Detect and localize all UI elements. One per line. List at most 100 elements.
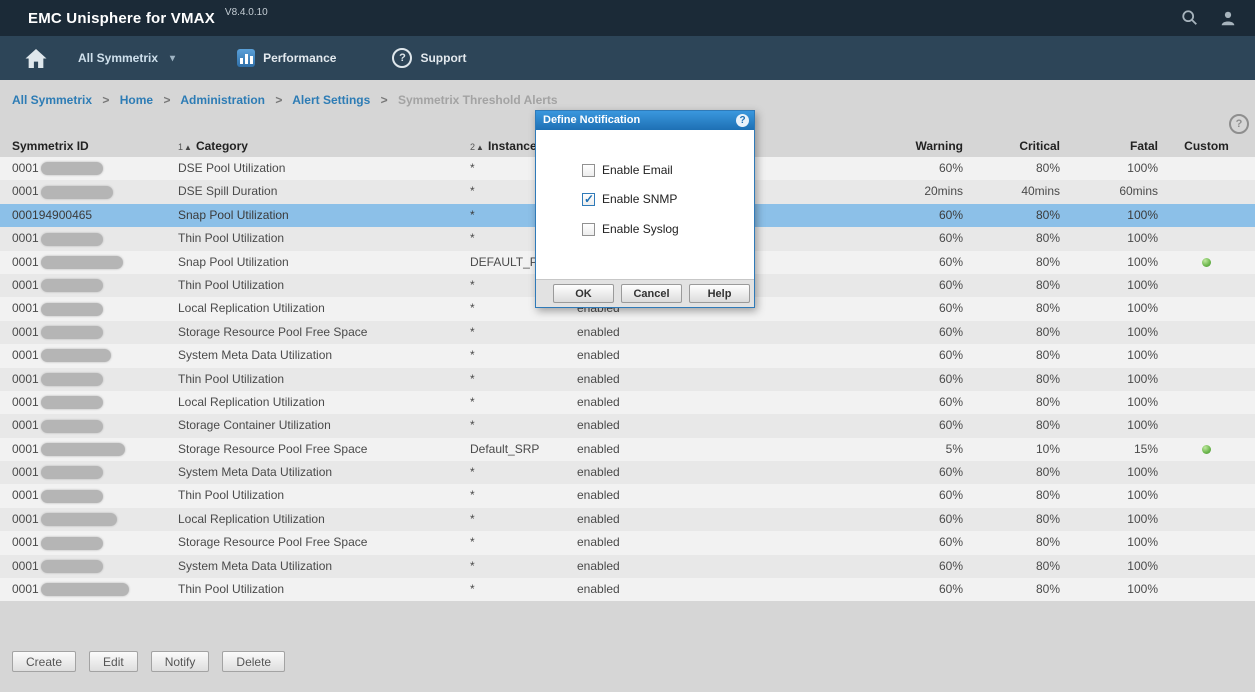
cell-fatal: 100% (1060, 368, 1158, 391)
cell-fatal: 100% (1060, 555, 1158, 578)
table-row[interactable]: 0001 Storage Resource Pool Free Space De… (0, 438, 1255, 461)
cell-custom (1158, 461, 1255, 484)
cell-instance: * (470, 414, 577, 437)
enable-snmp-checkbox[interactable]: Enable SNMP (582, 192, 677, 206)
table-actions: Create Edit Notify Delete (12, 651, 285, 672)
cell-category: Thin Pool Utilization (178, 227, 470, 250)
create-button[interactable]: Create (12, 651, 76, 672)
delete-button[interactable]: Delete (222, 651, 285, 672)
cell-critical: 40mins (963, 180, 1060, 203)
cancel-button[interactable]: Cancel (621, 284, 682, 303)
breadcrumb-administration[interactable]: Administration (180, 93, 265, 107)
cell-critical: 80% (963, 227, 1060, 250)
support-question-icon: ? (392, 48, 412, 68)
cell-warning: 60% (770, 251, 963, 274)
nav-performance[interactable]: Performance (237, 49, 336, 67)
cell-status: enabled (577, 368, 770, 391)
table-row[interactable]: 0001 Storage Resource Pool Free Space * … (0, 321, 1255, 344)
cell-fatal: 100% (1060, 274, 1158, 297)
breadcrumb-alert-settings[interactable]: Alert Settings (292, 93, 370, 107)
table-row[interactable]: 0001 System Meta Data Utilization * enab… (0, 344, 1255, 367)
column-header-custom[interactable]: Custom (1158, 135, 1255, 159)
column-header-symmetrix-id[interactable]: Symmetrix ID (0, 135, 178, 159)
define-notification-dialog: Define Notification ? Enable Email Enabl… (535, 110, 755, 308)
redaction-blur (41, 560, 103, 573)
cell-warning: 60% (770, 274, 963, 297)
cell-fatal: 100% (1060, 297, 1158, 320)
sort-asc-icon: ▲ (184, 143, 192, 152)
table-row[interactable]: 0001 Thin Pool Utilization * enabled 60%… (0, 484, 1255, 507)
cell-category: Thin Pool Utilization (178, 484, 470, 507)
cell-custom (1158, 391, 1255, 414)
column-header-fatal[interactable]: Fatal (1060, 135, 1158, 159)
column-header-warning[interactable]: Warning (770, 135, 963, 159)
breadcrumb-separator: > (275, 93, 282, 107)
redaction-blur (41, 420, 103, 433)
cell-fatal: 100% (1060, 204, 1158, 227)
table-row[interactable]: 0001 Local Replication Utilization * ena… (0, 508, 1255, 531)
breadcrumb-all-symmetrix[interactable]: All Symmetrix (12, 93, 92, 107)
home-button[interactable] (24, 48, 48, 69)
table-row[interactable]: 0001 Thin Pool Utilization * enabled 60%… (0, 368, 1255, 391)
table-row[interactable]: 0001 Storage Container Utilization * ena… (0, 414, 1255, 437)
column-header-category[interactable]: 1▲Category (178, 135, 470, 159)
custom-indicator-icon (1202, 445, 1211, 454)
cell-symmetrix-id: 0001 (0, 461, 178, 484)
cell-critical: 80% (963, 321, 1060, 344)
cell-critical: 80% (963, 531, 1060, 554)
cell-instance: * (470, 344, 577, 367)
nav-support[interactable]: ? Support (392, 48, 466, 68)
cell-warning: 5% (770, 438, 963, 461)
search-icon[interactable] (1181, 9, 1199, 27)
cell-warning: 60% (770, 508, 963, 531)
table-row[interactable]: 0001 System Meta Data Utilization * enab… (0, 555, 1255, 578)
breadcrumb-home[interactable]: Home (120, 93, 153, 107)
cell-category: Thin Pool Utilization (178, 578, 470, 601)
redaction-blur (41, 303, 103, 316)
edit-button[interactable]: Edit (89, 651, 138, 672)
help-button[interactable]: Help (689, 284, 750, 303)
table-row[interactable]: 0001 Thin Pool Utilization * enabled 60%… (0, 578, 1255, 601)
chevron-down-icon: ▾ (170, 53, 175, 64)
cell-critical: 80% (963, 274, 1060, 297)
redaction-blur (41, 513, 117, 526)
cell-warning: 60% (770, 391, 963, 414)
checkbox-icon (582, 164, 595, 177)
enable-syslog-checkbox[interactable]: Enable Syslog (582, 222, 679, 236)
cell-warning: 60% (770, 414, 963, 437)
dialog-title-bar: Define Notification ? (536, 111, 754, 130)
symmetrix-selector[interactable]: All Symmetrix ▾ (78, 51, 175, 65)
cell-critical: 80% (963, 578, 1060, 601)
table-row[interactable]: 0001 Storage Resource Pool Free Space * … (0, 531, 1255, 554)
sort-asc-icon: ▲ (476, 143, 484, 152)
user-icon[interactable] (1219, 9, 1237, 27)
cell-symmetrix-id: 0001 (0, 180, 178, 203)
cell-instance: * (470, 321, 577, 344)
cell-symmetrix-id: 0001 (0, 321, 178, 344)
breadcrumb: All Symmetrix > Home > Administration > … (12, 93, 558, 107)
cell-symmetrix-id: 0001 (0, 297, 178, 320)
checkbox-icon (582, 223, 595, 236)
cell-category: Snap Pool Utilization (178, 204, 470, 227)
cell-instance: * (470, 368, 577, 391)
dialog-title: Define Notification (543, 114, 640, 126)
cell-critical: 80% (963, 344, 1060, 367)
cell-critical: 80% (963, 414, 1060, 437)
dialog-help-icon[interactable]: ? (736, 114, 749, 127)
app-version: V8.4.0.10 (225, 7, 268, 18)
cell-category: System Meta Data Utilization (178, 461, 470, 484)
page-help-icon[interactable]: ? (1229, 114, 1249, 134)
checkbox-icon (582, 193, 595, 206)
redaction-blur (41, 349, 111, 362)
column-header-critical[interactable]: Critical (963, 135, 1060, 159)
cell-status: enabled (577, 438, 770, 461)
ok-button[interactable]: OK (553, 284, 614, 303)
cell-symmetrix-id: 0001 (0, 555, 178, 578)
enable-snmp-label: Enable SNMP (602, 192, 677, 206)
table-row[interactable]: 0001 Local Replication Utilization * ena… (0, 391, 1255, 414)
enable-email-checkbox[interactable]: Enable Email (582, 163, 673, 177)
notify-button[interactable]: Notify (151, 651, 210, 672)
cell-warning: 20mins (770, 180, 963, 203)
table-row[interactable]: 0001 System Meta Data Utilization * enab… (0, 461, 1255, 484)
cell-custom (1158, 531, 1255, 554)
